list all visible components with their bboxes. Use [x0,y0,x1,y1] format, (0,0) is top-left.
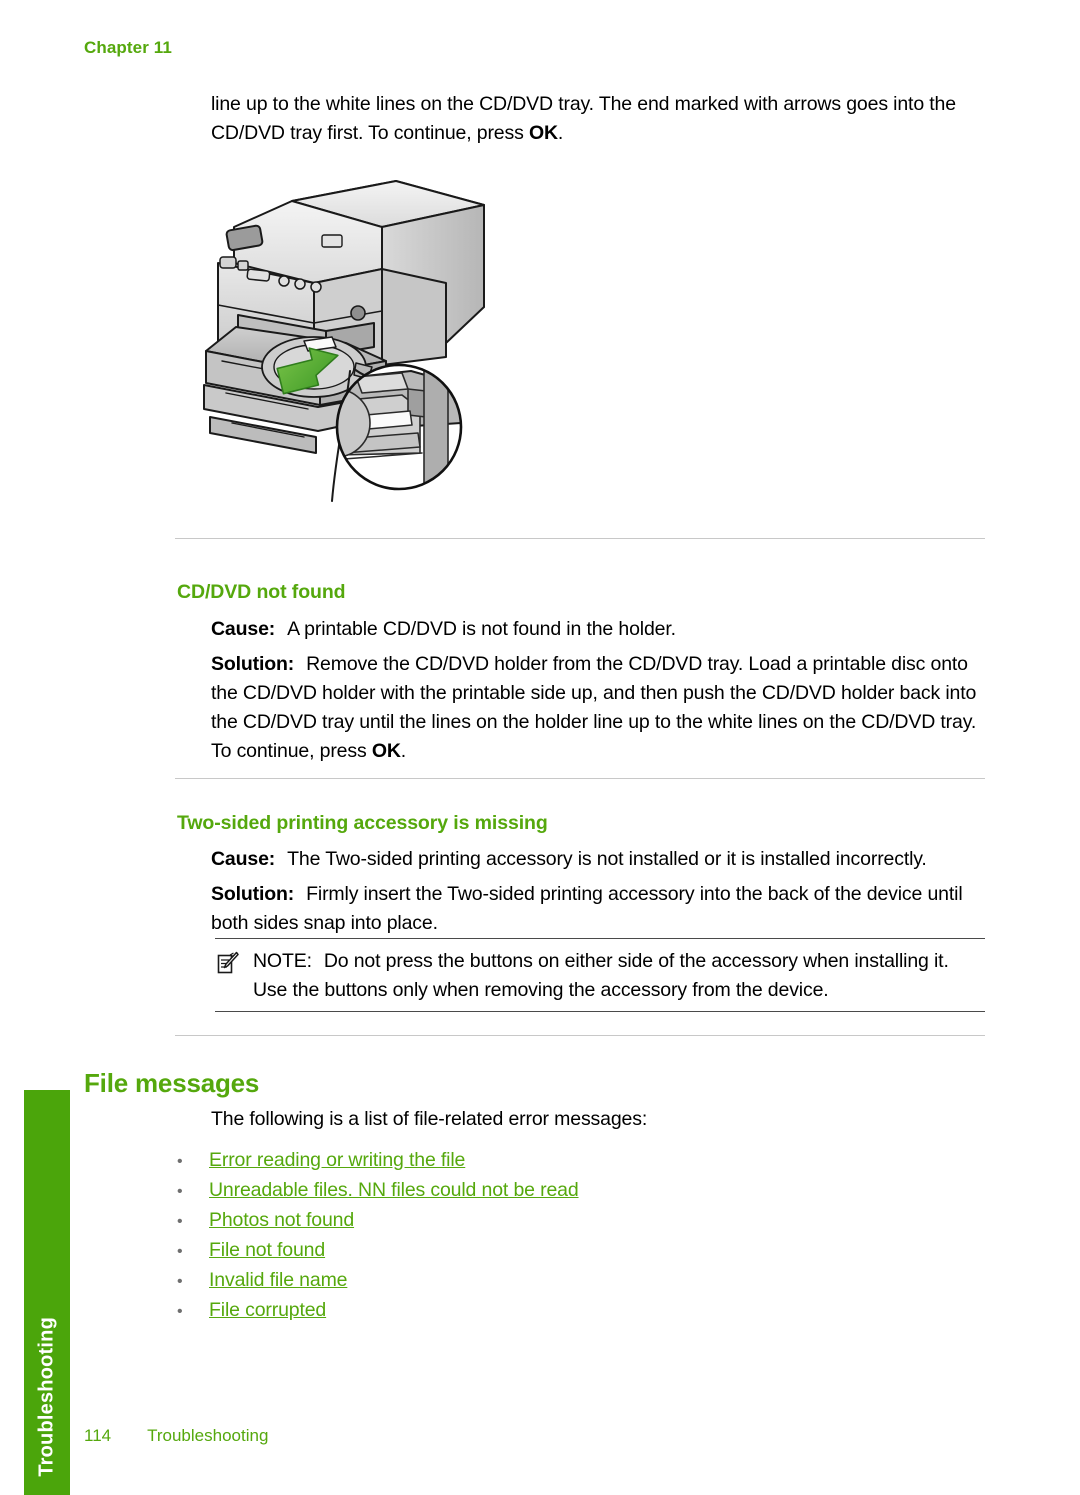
note-body: NOTE: Do not press the buttons on either … [215,939,985,1011]
bullet-icon: • [177,1183,183,1200]
solution-text-1: Remove the CD/DVD holder from the CD/DVD… [211,653,977,762]
list-item[interactable]: • Unreadable files. NN files could not b… [177,1175,877,1205]
list-item[interactable]: • Error reading or writing the file [177,1145,877,1175]
solution-text-2: Firmly insert the Two-sided printing acc… [211,883,963,934]
page-footer: 114 Troubleshooting [84,1426,268,1446]
solution-text-after-1: . [400,740,407,762]
intro-text-after: . [557,122,564,144]
bullet-icon: • [177,1303,183,1320]
list-item[interactable]: • File not found [177,1235,877,1265]
intro-ok-keyword: OK [528,122,558,144]
cause-block-2: Cause: The Two-sided printing accessory i… [211,845,991,874]
note-pad-pencil-icon [217,951,239,975]
printer-cd-dvd-tray-illustration [196,165,516,505]
note-text: Do not press the buttons on either side … [253,950,949,1001]
file-messages-intro: The following is a list of file-related … [211,1108,648,1130]
link-photos-not-found[interactable]: Photos not found [209,1205,354,1235]
intro-paragraph: line up to the white lines on the CD/DVD… [211,90,991,148]
bullet-icon: • [177,1213,183,1230]
solution-label-2: Solution: [211,883,295,905]
link-invalid-file-name[interactable]: Invalid file name [209,1265,348,1295]
link-unreadable-files[interactable]: Unreadable files. NN files could not be … [209,1175,579,1205]
intro-text-before: line up to the white lines on the CD/DVD… [211,93,956,144]
bullet-icon: • [177,1153,183,1170]
cause-label-1: Cause: [211,618,276,640]
cause-text-2: The Two-sided printing accessory is not … [287,848,927,870]
footer-page-number: 114 [84,1426,112,1445]
cause-text-1: A printable CD/DVD is not found in the h… [287,618,676,640]
bullet-icon: • [177,1243,183,1260]
side-tab-troubleshooting: Troubleshooting [24,1090,70,1495]
cause-block-1: Cause: A printable CD/DVD is not found in… [211,615,991,644]
note-label: NOTE: [253,950,312,972]
section-heading-cd-dvd-not-found: CD/DVD not found [177,581,346,603]
solution-label-1: Solution: [211,653,295,675]
section-divider-rule-3 [175,1035,985,1036]
solution-block-2: Solution: Firmly insert the Two-sided pri… [211,880,991,938]
cause-label-2: Cause: [211,848,276,870]
chapter-header: Chapter 11 [84,38,172,57]
list-item[interactable]: • File corrupted [177,1295,877,1325]
link-file-corrupted[interactable]: File corrupted [209,1295,326,1325]
section-divider-rule-2 [175,778,985,779]
section-divider-rule [175,538,985,539]
section-heading-two-sided-missing: Two-sided printing accessory is missing [177,812,548,834]
list-item[interactable]: • Photos not found [177,1205,877,1235]
link-file-not-found[interactable]: File not found [209,1235,325,1265]
note-bottom-rule [215,1011,985,1012]
page-section-heading-file-messages: File messages [84,1068,260,1098]
bullet-icon: • [177,1273,183,1290]
list-item[interactable]: • Invalid file name [177,1265,877,1295]
footer-section-name: Troubleshooting [147,1426,269,1445]
solution-ok-keyword-1: OK [371,740,401,762]
side-tab-label: Troubleshooting [35,1317,58,1477]
file-messages-link-list: • Error reading or writing the file • Un… [177,1145,877,1325]
note-box: NOTE: Do not press the buttons on either … [215,938,985,1012]
link-error-reading-or-writing-the-file[interactable]: Error reading or writing the file [209,1145,465,1175]
solution-block-1: Solution: Remove the CD/DVD holder from t… [211,650,991,766]
